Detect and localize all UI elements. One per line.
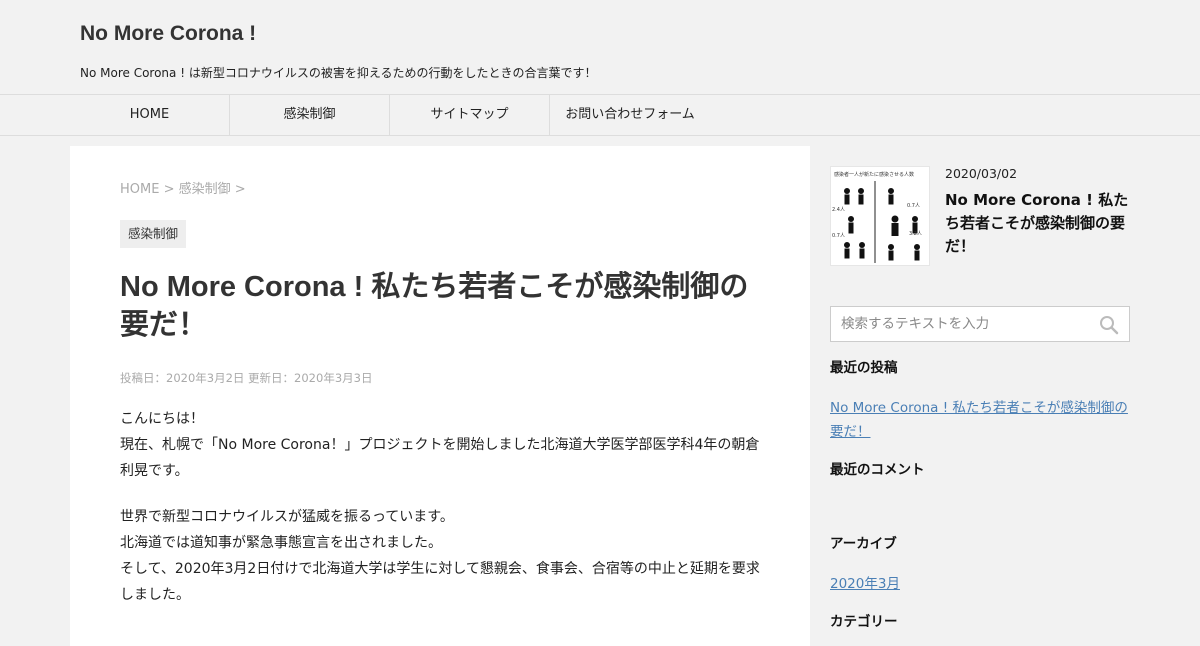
post-line: 北海道では道知事が緊急事態宣言を出されました。 [120, 535, 442, 551]
breadcrumb-home-link[interactable]: HOME [120, 182, 159, 197]
archive-link[interactable]: 2020年3月 [830, 572, 1130, 596]
breadcrumb-separator: > [159, 182, 179, 197]
search-input[interactable] [831, 307, 1129, 341]
nav-item-sitemap[interactable]: サイトマップ [390, 95, 550, 135]
search-box [830, 306, 1130, 342]
post-line: 現在、札幌で「No More Corona！」プロジェクトを開始しました北海道大… [120, 437, 760, 479]
recent-posts-heading: 最近の投稿 [830, 360, 898, 376]
post-body: こんにちは！ 現在、札幌で「No More Corona！」プロジェクトを開始し… [120, 406, 760, 628]
post-meta-dates: 投稿日：2020年3月2日 更新日：2020年3月3日 [120, 371, 373, 385]
site-description: No More Corona ! は新型コロナウイルスの被害を抑えるための行動を… [80, 66, 597, 80]
featured-post-date: 2020/03/02 [945, 166, 1018, 181]
main-article: HOME > 感染制御 > 感染制御 No More Corona ! 私たち若… [70, 146, 810, 646]
category-badge[interactable]: 感染制御 [120, 220, 187, 248]
thumb-label: 0.7人 [832, 233, 845, 239]
post-line: そして、2020年3月2日付けで北海道大学は学生に対して懇親会、食事会、合宿等の… [120, 561, 760, 603]
nav-item-contact-form[interactable]: お問い合わせフォーム [550, 95, 710, 135]
infection-diagram-image: 感染者一人が新たに感染させる人数 2.4人 0.7人 0.7人 3.2人 [831, 167, 929, 265]
categories-heading: カテゴリー [830, 614, 898, 630]
recent-post-link[interactable]: No More Corona ! 私たち若者こそが感染制御の要だ！ [830, 396, 1130, 444]
post-title: No More Corona ! 私たち若者こそが感染制御の要だ！ [120, 271, 749, 341]
post-line: 世界で新型コロナウイルスが猛威を振るっています。 [120, 509, 454, 525]
thumb-label: 2.4人 [832, 207, 845, 213]
thumb-label: 0.7人 [907, 203, 920, 209]
nav-item-infection-control[interactable]: 感染制御 [230, 95, 390, 135]
thumb-label: 3.2人 [909, 231, 922, 237]
site-title[interactable]: No More Corona ! [80, 22, 256, 46]
thumb-caption: 感染者一人が新たに感染させる人数 [834, 171, 914, 178]
breadcrumb: HOME > 感染制御 > [120, 178, 246, 197]
post-paragraph: こんにちは！ 現在、札幌で「No More Corona！」プロジェクトを開始し… [120, 406, 760, 484]
archives-heading: アーカイブ [830, 536, 897, 552]
global-nav: HOME 感染制御 サイトマップ お問い合わせフォーム [0, 94, 1200, 136]
recent-comments-heading: 最近のコメント [830, 462, 925, 478]
nav-item-home[interactable]: HOME [70, 95, 230, 135]
featured-post-thumbnail[interactable]: 感染者一人が新たに感染させる人数 2.4人 0.7人 0.7人 3.2人 [830, 166, 930, 266]
post-line: こんにちは！ [120, 411, 204, 427]
breadcrumb-separator: > [230, 182, 246, 197]
search-icon[interactable] [1099, 315, 1119, 335]
breadcrumb-category-link[interactable]: 感染制御 [179, 182, 231, 197]
post-paragraph: 世界で新型コロナウイルスが猛威を振るっています。 北海道では道知事が緊急事態宣言… [120, 504, 760, 608]
featured-post-title[interactable]: No More Corona ! 私たち若者こそが感染制御の要だ！ [945, 189, 1130, 258]
